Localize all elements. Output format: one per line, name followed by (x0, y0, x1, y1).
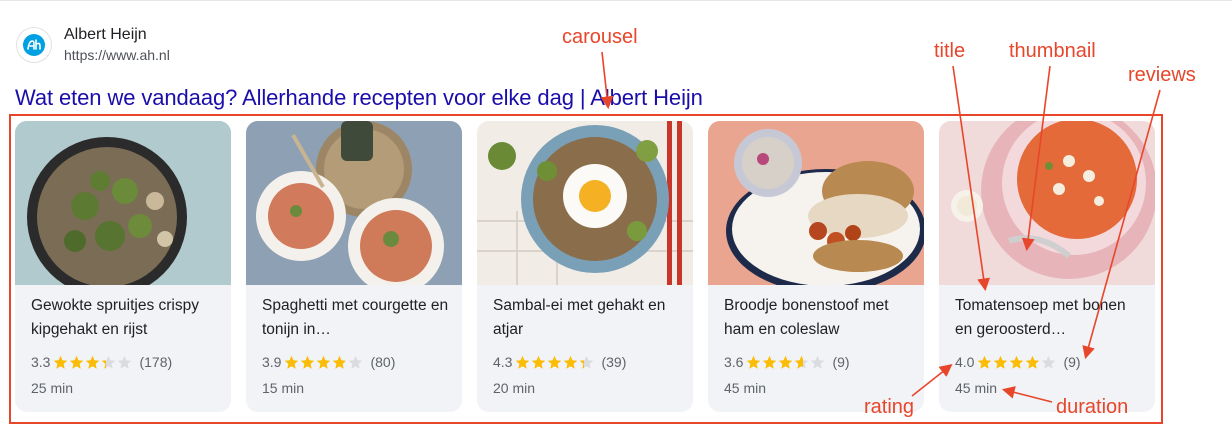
recipe-thumbnail (708, 121, 924, 285)
star-icon (978, 355, 992, 369)
site-url: https://www.ah.nl (64, 47, 170, 63)
review-count: (9) (1063, 354, 1081, 370)
annotation-duration: duration (1056, 396, 1129, 418)
star-icon (333, 355, 347, 369)
recipe-duration: 20 min (493, 380, 536, 396)
review-count: (178) (139, 354, 173, 370)
rating-value: 4.0 (955, 354, 975, 370)
star-icon (1042, 355, 1056, 369)
star-icon (564, 355, 578, 369)
star-icon (532, 355, 546, 369)
recipe-title: Sambal-ei met gehakt en atjar (493, 297, 666, 338)
rating-row: 3.3 (178) (31, 352, 172, 372)
annotation-reviews: reviews (1128, 64, 1196, 86)
review-count: (9) (832, 354, 850, 370)
recipe-card[interactable]: Spaghetti met courgette en tonijn in… 3.… (246, 121, 462, 412)
result-title-link[interactable]: Wat eten we vandaag? Allerhande recepten… (15, 85, 703, 111)
star-icon (317, 355, 331, 369)
star-icon (548, 355, 562, 369)
star-icon (580, 355, 594, 369)
review-count: (39) (601, 354, 627, 370)
star-icon (779, 355, 793, 369)
star-rating (53, 355, 133, 370)
recipe-title: Tomatensoep met bonen en geroosterd… (955, 297, 1126, 338)
review-count: (80) (370, 354, 396, 370)
star-icon (301, 355, 315, 369)
recipe-title: Spaghetti met courgette en tonijn in… (262, 297, 449, 338)
star-icon (1026, 355, 1040, 369)
star-rating (746, 355, 826, 370)
rating-value: 3.6 (724, 354, 744, 370)
recipe-duration: 25 min (31, 380, 74, 396)
recipe-card[interactable]: Broodje bonenstoof met ham en coleslaw 3… (708, 121, 924, 412)
recipe-thumbnail (15, 121, 231, 285)
star-icon (102, 355, 116, 369)
rating-row: 3.9 (80) (262, 352, 395, 372)
recipe-duration: 45 min (724, 380, 767, 396)
star-icon (795, 355, 809, 369)
recipe-title: Broodje bonenstoof met ham en coleslaw (724, 297, 889, 338)
site-name: Albert Heijn (64, 26, 147, 43)
recipe-thumbnail (477, 121, 693, 285)
star-icon (763, 355, 777, 369)
recipe-thumbnail (939, 121, 1155, 285)
star-icon (811, 355, 825, 369)
top-divider (0, 0, 1232, 1)
recipe-carousel: Gewokte spruitjes crispy kipgehakt en ri… (15, 121, 1155, 412)
star-icon (994, 355, 1008, 369)
star-icon (747, 355, 761, 369)
star-icon (86, 355, 100, 369)
star-icon (285, 355, 299, 369)
recipe-card[interactable]: Gewokte spruitjes crispy kipgehakt en ri… (15, 121, 231, 412)
annotation-thumbnail: thumbnail (1009, 40, 1096, 62)
rating-value: 3.3 (31, 354, 51, 370)
star-icon (516, 355, 530, 369)
star-rating (977, 355, 1057, 370)
rating-value: 4.3 (493, 354, 513, 370)
rating-row: 3.6 (9) (724, 352, 850, 372)
ah-logo-icon (16, 27, 52, 63)
rating-row: 4.3 (39) (493, 352, 626, 372)
star-icon (54, 355, 68, 369)
site-header[interactable]: Albert Heijn https://www.ah.nl (16, 25, 170, 65)
annotation-carousel: carousel (562, 26, 638, 48)
annotation-title: title (934, 40, 966, 62)
star-rating (515, 355, 595, 370)
recipe-card[interactable]: Sambal-ei met gehakt en atjar 4.3 (39) 2… (477, 121, 693, 412)
rating-value: 3.9 (262, 354, 282, 370)
recipe-duration: 45 min (955, 380, 998, 396)
recipe-duration: 15 min (262, 380, 305, 396)
recipe-card[interactable]: Tomatensoep met bonen en geroosterd… 4.0… (939, 121, 1155, 412)
annotation-rating: rating (864, 396, 915, 418)
recipe-title: Gewokte spruitjes crispy kipgehakt en ri… (31, 297, 199, 338)
star-icon (349, 355, 363, 369)
star-icon (1010, 355, 1024, 369)
recipe-thumbnail (246, 121, 462, 285)
rating-row: 4.0 (9) (955, 352, 1081, 372)
star-icon (118, 355, 132, 369)
star-rating (284, 355, 364, 370)
star-icon (70, 355, 84, 369)
